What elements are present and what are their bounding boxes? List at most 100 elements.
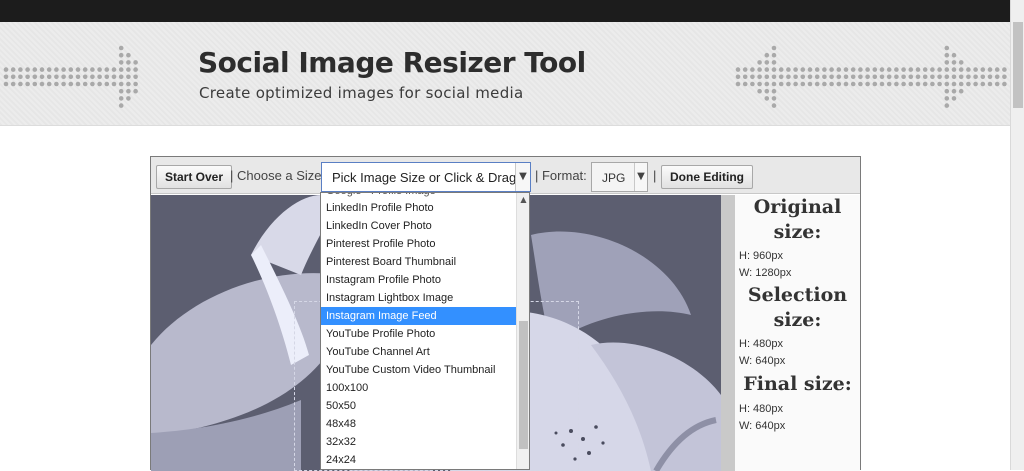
page-title: Social Image Resizer Tool [198, 46, 586, 79]
decoration-dot [18, 67, 23, 72]
decoration-dot [39, 74, 45, 80]
format-select[interactable]: JPG ▼ [591, 162, 648, 192]
decoration-dot [944, 88, 950, 94]
decoration-dot [10, 81, 16, 87]
decoration-dot [922, 81, 928, 87]
decoration-dot [104, 74, 110, 80]
original-size-heading-2: size: [773, 221, 822, 243]
decoration-dot [944, 74, 950, 80]
decoration-dot [894, 74, 899, 80]
decoration-dot [886, 81, 892, 87]
decoration-dot [82, 74, 88, 80]
decoration-dot [879, 67, 885, 72]
size-option[interactable]: Pinterest Board Thumbnail [321, 253, 516, 271]
decoration-dot [742, 67, 748, 72]
decoration-dot [850, 81, 856, 87]
dropdown-scroll-thumb[interactable] [519, 321, 528, 449]
caret-up-icon[interactable]: ▲ [517, 193, 529, 207]
decoration-dot [908, 67, 914, 72]
original-width: W: 1280px [739, 267, 792, 279]
size-select[interactable]: Pick Image Size or Click & Drag ▼ [321, 162, 531, 192]
decoration-dot [771, 52, 777, 58]
decoration-dot [951, 60, 957, 65]
decoration-dot [764, 88, 770, 94]
choose-size-label: | Choose a Size: [230, 168, 326, 183]
site-banner: Social Image Resizer Tool Create optimiz… [0, 22, 1010, 126]
decoration-dot [39, 81, 45, 87]
decoration-dot [742, 74, 748, 80]
decoration-dot [800, 74, 806, 80]
decoration-dot [872, 74, 878, 80]
decoration-dot [82, 67, 88, 72]
done-editing-button[interactable]: Done Editing [661, 165, 753, 189]
decoration-dot [46, 74, 52, 80]
decoration-dot [75, 67, 81, 72]
decoration-dot [764, 96, 770, 101]
size-option[interactable]: 24x24 [321, 451, 516, 469]
decoration-dot [61, 74, 66, 80]
size-option[interactable]: LinkedIn Cover Photo [321, 217, 516, 235]
editor-toolbar: Start Over | Choose a Size: Pick Image S… [151, 157, 860, 194]
decoration-dot [68, 81, 74, 87]
decoration-dot [46, 67, 52, 72]
decoration-dot [822, 81, 827, 87]
decoration-dot [771, 96, 777, 101]
selection-size-heading: Selection [747, 284, 848, 306]
size-dropdown-list[interactable]: Google+ Profile Image LinkedIn Profile P… [320, 192, 530, 470]
decoration-dot [980, 67, 986, 72]
decoration-dot [25, 74, 30, 80]
decoration-dot [133, 67, 138, 72]
decoration-dot [118, 52, 124, 58]
decoration-dot [980, 74, 986, 80]
size-option[interactable]: YouTube Profile Photo [321, 325, 516, 343]
decoration-dot [61, 81, 66, 87]
decoration-dot [778, 67, 784, 72]
size-option[interactable]: LinkedIn Profile Photo [321, 199, 516, 217]
dropdown-scrollbar[interactable]: ▲ [516, 193, 529, 469]
decoration-dot [3, 81, 9, 87]
size-option[interactable]: Instagram Image Feed [321, 307, 516, 325]
page-scroll-thumb[interactable] [1013, 22, 1023, 108]
decoration-dot [97, 81, 102, 87]
decoration-dot [994, 67, 1000, 72]
decoration-dot [771, 60, 777, 65]
decoration-dot [111, 81, 117, 87]
size-option[interactable]: YouTube Custom Video Thumbnail [321, 361, 516, 379]
decoration-dot [879, 74, 885, 80]
decoration-dot [778, 74, 784, 80]
decoration-dot [771, 88, 777, 94]
decoration-dot [980, 81, 986, 87]
decoration-dot [111, 67, 117, 72]
decoration-dot [951, 52, 957, 58]
decoration-dot [735, 67, 741, 72]
decoration-dot [951, 74, 957, 80]
decoration-dot [126, 52, 131, 58]
size-option[interactable]: Instagram Lightbox Image [321, 289, 516, 307]
decoration-dot [814, 74, 820, 80]
final-width: W: 640px [739, 420, 786, 432]
decoration-dot [133, 74, 138, 80]
decoration-dot [118, 81, 124, 87]
page-scrollbar[interactable] [1010, 0, 1024, 470]
size-option[interactable]: Instagram Profile Photo [321, 271, 516, 289]
decoration-dot [850, 67, 856, 72]
size-option[interactable]: 32x32 [321, 433, 516, 451]
decoration-dot [764, 67, 770, 72]
size-option[interactable]: Pinterest Profile Photo [321, 235, 516, 253]
size-option[interactable]: 50x50 [321, 397, 516, 415]
size-option[interactable]: 48x48 [321, 415, 516, 433]
size-option[interactable]: YouTube Channel Art [321, 343, 516, 361]
start-over-button[interactable]: Start Over [156, 165, 233, 189]
chevron-down-icon[interactable]: ▼ [515, 163, 530, 191]
decoration-dot [111, 74, 117, 80]
decoration-dot [118, 45, 124, 51]
decoration-dot [944, 103, 950, 108]
decoration-dot [915, 81, 921, 87]
size-select-value: Pick Image Size or Click & Drag [332, 170, 517, 185]
size-option[interactable]: 100x100 [321, 379, 516, 397]
decoration-dot [750, 67, 755, 72]
format-select-value: JPG [602, 171, 626, 185]
chevron-down-icon[interactable]: ▼ [634, 163, 647, 191]
decoration-dot [822, 74, 827, 80]
decoration-dot [104, 67, 110, 72]
